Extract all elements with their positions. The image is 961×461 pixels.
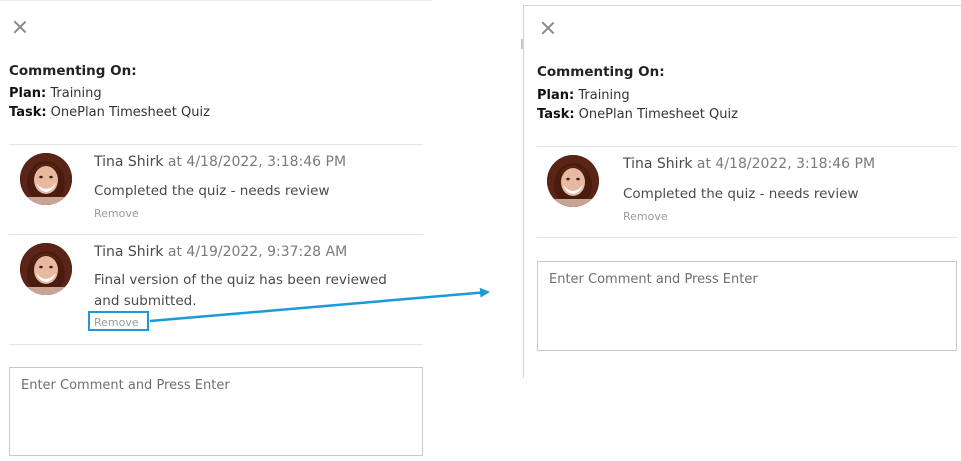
- commenting-on-heading: Commenting On:: [9, 63, 137, 79]
- comment-timestamp: at 4/18/2022, 3:18:46 PM: [696, 156, 876, 172]
- task-line: Task: OnePlan Timesheet Quiz: [537, 107, 738, 122]
- task-label: Task:: [9, 105, 47, 120]
- divider: [9, 234, 423, 235]
- task-value: OnePlan Timesheet Quiz: [46, 105, 210, 120]
- task-value: OnePlan Timesheet Quiz: [574, 107, 738, 122]
- comments-panel-after: Commenting On: Plan: Training Task: OneP…: [523, 5, 961, 378]
- avatar: [20, 243, 72, 295]
- comment-input-box[interactable]: [537, 261, 957, 351]
- task-label: Task:: [537, 107, 575, 122]
- divider: [9, 144, 423, 145]
- comment-timestamp: at 4/18/2022, 3:18:46 PM: [167, 154, 347, 170]
- comment-text: Final version of the quiz has been revie…: [94, 272, 387, 309]
- comment-author-line: Tina Shirk at 4/18/2022, 3:18:46 PM: [94, 154, 346, 170]
- plan-value: Training: [46, 86, 102, 101]
- comments-panel-before: Commenting On: Plan: Training Task: OneP…: [0, 0, 432, 461]
- comment-timestamp: at 4/19/2022, 9:37:28 AM: [167, 244, 348, 260]
- task-line: Task: OnePlan Timesheet Quiz: [9, 105, 210, 120]
- close-icon[interactable]: [540, 20, 556, 36]
- avatar: [547, 155, 599, 207]
- comment-author-line: Tina Shirk at 4/18/2022, 3:18:46 PM: [623, 156, 875, 172]
- close-icon[interactable]: [12, 19, 28, 35]
- comment-text: Completed the quiz - needs review: [94, 183, 330, 199]
- comment-text: Completed the quiz - needs review: [623, 186, 859, 202]
- plan-label: Plan:: [9, 86, 47, 101]
- comment-author: Tina Shirk: [94, 244, 164, 260]
- comment-input[interactable]: [538, 262, 956, 350]
- divider: [9, 344, 423, 345]
- commenting-on-heading: Commenting On:: [537, 64, 665, 80]
- divider: [537, 237, 957, 238]
- avatar: [20, 153, 72, 205]
- plan-line: Plan: Training: [9, 86, 102, 101]
- plan-line: Plan: Training: [537, 88, 630, 103]
- remove-link[interactable]: Remove: [623, 210, 668, 223]
- plan-label: Plan:: [537, 88, 575, 103]
- highlight-box: [88, 311, 149, 331]
- comment-author-line: Tina Shirk at 4/19/2022, 9:37:28 AM: [94, 244, 347, 260]
- comment-input[interactable]: [10, 368, 422, 455]
- divider: [537, 146, 957, 147]
- plan-value: Training: [574, 88, 630, 103]
- remove-link[interactable]: Remove: [94, 207, 139, 220]
- comment-author: Tina Shirk: [94, 154, 164, 170]
- comment-input-box[interactable]: [9, 367, 423, 456]
- comment-author: Tina Shirk: [623, 156, 693, 172]
